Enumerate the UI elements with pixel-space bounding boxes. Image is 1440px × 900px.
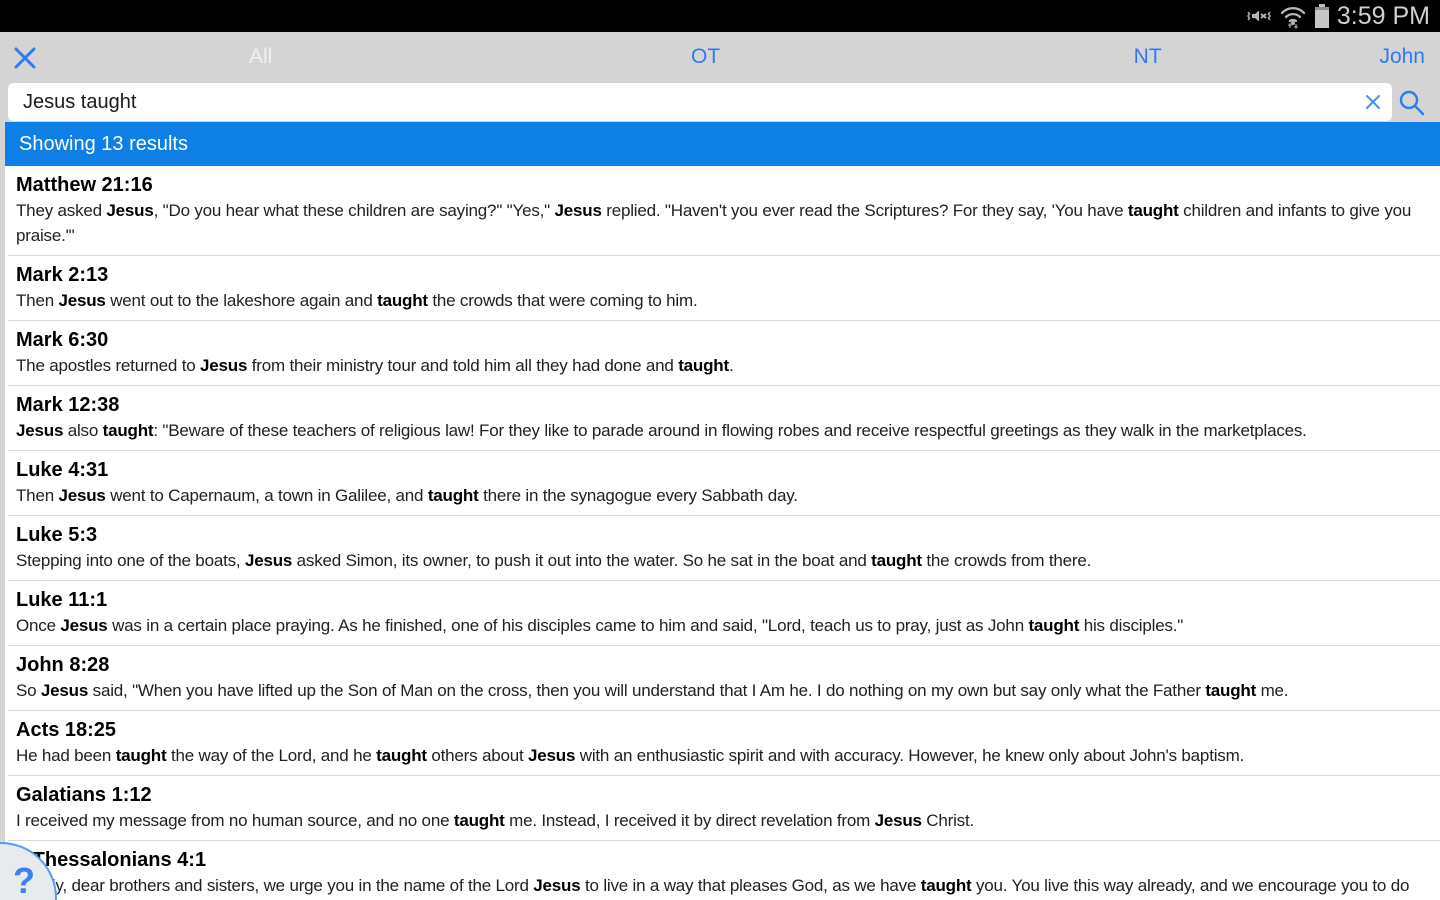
battery-icon (1314, 3, 1330, 29)
volume-mute-icon (1246, 4, 1272, 28)
results-list: Matthew 21:16They asked Jesus, "Do you h… (5, 166, 1440, 900)
result-text: Then Jesus went out to the lakeshore aga… (16, 288, 1426, 313)
left-gutter (0, 122, 5, 900)
result-text: Then Jesus went to Capernaum, a town in … (16, 483, 1426, 508)
results-count-banner: Showing 13 results (5, 122, 1440, 166)
wifi-icon (1279, 3, 1307, 29)
result-row[interactable]: Mark 2:13Then Jesus went out to the lake… (8, 256, 1440, 321)
result-text: The apostles returned to Jesus from thei… (16, 353, 1426, 378)
result-row[interactable]: Mark 6:30The apostles returned to Jesus … (8, 321, 1440, 386)
result-reference: Luke 4:31 (16, 458, 1426, 483)
result-reference: 1 Thessalonians 4:1 (16, 848, 1426, 873)
result-row[interactable]: Luke 11:1Once Jesus was in a certain pla… (8, 581, 1440, 646)
status-bar: 3:59 PM (0, 0, 1440, 32)
result-text: They asked Jesus, "Do you hear what thes… (16, 198, 1426, 248)
search-input[interactable] (8, 83, 1392, 121)
close-icon[interactable] (12, 45, 38, 71)
result-row[interactable]: Galatians 1:12I received my message from… (8, 776, 1440, 841)
search-icon[interactable] (1398, 89, 1425, 116)
tab-all[interactable]: All (249, 32, 272, 82)
result-row[interactable]: Mark 12:38Jesus also taught: "Beware of … (8, 386, 1440, 451)
result-reference: Acts 18:25 (16, 718, 1426, 743)
result-row[interactable]: John 8:28So Jesus said, "When you have l… (8, 646, 1440, 711)
result-text: Jesus also taught: "Beware of these teac… (16, 418, 1426, 443)
result-text: Finally, dear brothers and sisters, we u… (16, 873, 1426, 900)
result-text: So Jesus said, "When you have lifted up … (16, 678, 1426, 703)
help-question-mark: ? (13, 860, 35, 900)
result-reference: Luke 5:3 (16, 523, 1426, 548)
result-reference: Galatians 1:12 (16, 783, 1426, 808)
result-text: Stepping into one of the boats, Jesus as… (16, 548, 1426, 573)
result-reference: Mark 2:13 (16, 263, 1426, 288)
result-text: Once Jesus was in a certain place prayin… (16, 613, 1426, 638)
result-reference: Luke 11:1 (16, 588, 1426, 613)
result-reference: Mark 12:38 (16, 393, 1426, 418)
result-reference: Matthew 21:16 (16, 173, 1426, 198)
result-row[interactable]: Matthew 21:16They asked Jesus, "Do you h… (8, 166, 1440, 256)
result-row[interactable]: Luke 5:3Stepping into one of the boats, … (8, 516, 1440, 581)
result-reference: Mark 6:30 (16, 328, 1426, 353)
tab-nt[interactable]: NT (1134, 32, 1162, 82)
tab-ot[interactable]: OT (691, 32, 720, 82)
status-time: 3:59 PM (1337, 0, 1430, 32)
result-row[interactable]: 1 Thessalonians 4:1Finally, dear brother… (8, 841, 1440, 900)
result-text: He had been taught the way of the Lord, … (16, 743, 1426, 768)
search-bar (0, 82, 1440, 122)
tab-john[interactable]: John (1379, 32, 1425, 82)
clear-search-icon[interactable] (1363, 92, 1383, 112)
result-text: I received my message from no human sour… (16, 808, 1426, 833)
result-row[interactable]: Acts 18:25He had been taught the way of … (8, 711, 1440, 776)
result-row[interactable]: Luke 4:31Then Jesus went to Capernaum, a… (8, 451, 1440, 516)
tab-bar: All OT NT John (0, 32, 1440, 82)
result-reference: John 8:28 (16, 653, 1426, 678)
